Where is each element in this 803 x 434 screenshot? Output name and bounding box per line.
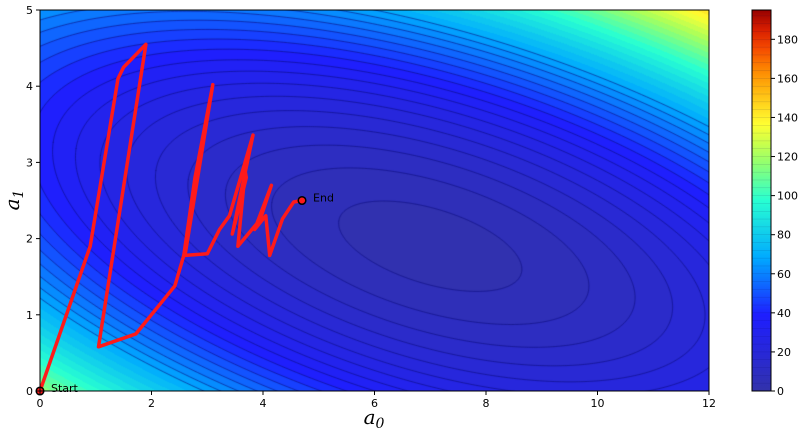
y-tick-label: 4: [26, 80, 33, 93]
y-tick-label: 0: [26, 385, 33, 398]
y-tick-label: 3: [26, 156, 33, 169]
colorbar-tick-label: 60: [777, 268, 791, 281]
x-tick-label: 8: [483, 397, 490, 410]
colorbar-ticks: 0 20 40 60 80 100 120 140 160 180: [771, 33, 798, 398]
colorbar-gradient: [752, 10, 771, 391]
x-axis-title: a0: [364, 405, 385, 432]
y-tick-label: 5: [26, 4, 33, 17]
plot-area: Start End: [35, 9, 710, 396]
colorbar-tick-label: 0: [777, 385, 784, 398]
end-label: End: [313, 192, 334, 205]
y-tick-label: 2: [26, 233, 33, 246]
x-tick-label: 0: [37, 397, 44, 410]
colorbar-tick-label: 180: [777, 33, 798, 46]
start-label: Start: [51, 382, 79, 395]
colorbar-tick-label: 160: [777, 72, 798, 85]
colorbar-tick-label: 80: [777, 229, 791, 242]
contour-surface: [40, 10, 709, 391]
y-axis-title: a1: [0, 190, 27, 211]
x-tick-label: 10: [591, 397, 605, 410]
colorbar-tick-label: 100: [777, 190, 798, 203]
figure: StartEnd 0 2 4 6 8 10 12 012345 a0 a1 02040608…: [0, 4, 798, 432]
y-axis: 0 1 2 3 4 5: [26, 4, 40, 398]
colorbar-tick-label: 140: [777, 111, 798, 124]
x-tick-label: 4: [260, 397, 267, 410]
y-tick-label: 1: [26, 309, 33, 322]
x-tick-label: 2: [148, 397, 155, 410]
colorbar-tick-label: 20: [777, 346, 791, 359]
colorbar-tick-label: 120: [777, 151, 798, 164]
colorbar-tick-label: 40: [777, 307, 791, 320]
colorbar: 0 20 40 60 80 100 120 140 160 180: [751, 9, 798, 398]
x-axis: 0 2 4 6 8 10 12: [37, 391, 716, 410]
end-marker: [297, 195, 307, 206]
x-tick-label: 12: [702, 397, 716, 410]
